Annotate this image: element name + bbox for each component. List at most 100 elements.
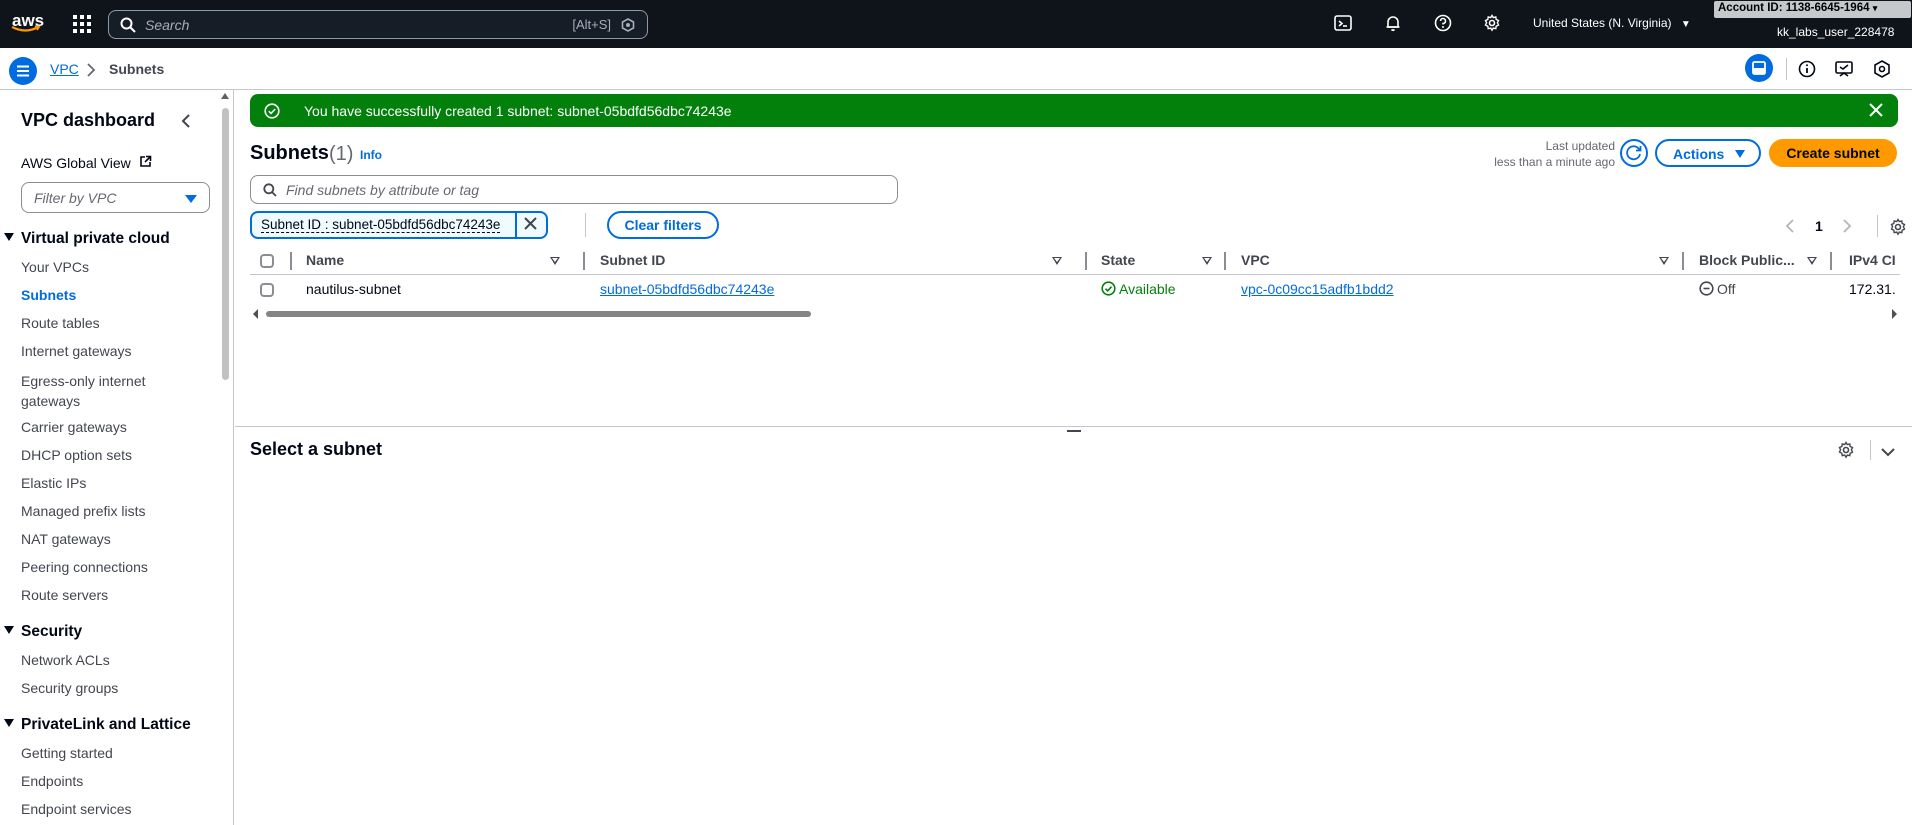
filter-by-vpc-select[interactable]: Filter by VPC: [21, 182, 210, 213]
find-subnets-placeholder: Find subnets by attribute or tag: [286, 182, 479, 198]
info-link[interactable]: Info: [360, 148, 382, 162]
section-virtual-private-cloud[interactable]: Virtual private cloud: [4, 230, 170, 248]
column-header-ipv4-cidr[interactable]: IPv4 CI: [1849, 252, 1900, 274]
column-divider: [1224, 252, 1226, 270]
chevron-left-icon[interactable]: [1785, 219, 1795, 238]
section-title: Security: [21, 623, 83, 640]
sidebar-item-security-groups[interactable]: Security groups: [21, 680, 118, 696]
breadcrumb-bar: VPC Subnets: [0, 48, 1912, 90]
column-divider: [583, 252, 585, 270]
split-panel-toggle-button[interactable]: [1745, 54, 1773, 82]
sidebar-item-elastic-ips[interactable]: Elastic IPs: [21, 475, 86, 491]
scrollbar-thumb[interactable]: [266, 311, 811, 317]
clear-filters-button[interactable]: Clear filters: [607, 211, 719, 239]
scrollbar-thumb[interactable]: [222, 108, 229, 380]
amazon-q-panel-icon[interactable]: [1872, 59, 1892, 79]
side-navigation: VPC dashboard AWS Global View Filter by …: [0, 90, 234, 825]
column-header-block-public[interactable]: Block Public...: [1699, 252, 1795, 274]
settings-gear-icon[interactable]: [1483, 14, 1503, 34]
section-privatelink[interactable]: PrivateLink and Lattice: [4, 716, 191, 734]
cell-vpc-link[interactable]: vpc-0c09cc15adfb1bdd2: [1241, 281, 1394, 297]
current-page[interactable]: 1: [1815, 218, 1823, 234]
sidebar-item-carrier-gateways[interactable]: Carrier gateways: [21, 419, 127, 435]
sidebar-item-getting-started[interactable]: Getting started: [21, 745, 113, 761]
scroll-up-arrow-icon[interactable]: [221, 93, 229, 99]
region-selector[interactable]: United States (N. Virginia) ▼: [1533, 16, 1691, 30]
sort-icon[interactable]: [1202, 257, 1212, 265]
column-header-name[interactable]: Name: [306, 252, 344, 274]
caret-down-icon: [1735, 150, 1745, 158]
success-check-icon: [264, 103, 280, 124]
search-shortcut: [Alt+S]: [572, 17, 611, 32]
sidebar-item-managed-prefix-lists[interactable]: Managed prefix lists: [21, 503, 146, 519]
flash-message: You have successfully created 1 subnet: …: [304, 103, 732, 119]
column-divider: [1682, 252, 1684, 270]
section-security[interactable]: Security: [4, 623, 82, 641]
sort-icon[interactable]: [1052, 257, 1062, 265]
collapse-sidebar-icon[interactable]: [180, 113, 192, 134]
refresh-icon: [1626, 145, 1642, 161]
column-header-state[interactable]: State: [1101, 252, 1135, 274]
sidebar-item-subnets[interactable]: Subnets: [21, 287, 76, 303]
top-navigation: aws Search [Alt+S] United States (N. Vir…: [0, 0, 1912, 48]
global-search-input[interactable]: Search [Alt+S]: [108, 10, 648, 39]
sidebar-title[interactable]: VPC dashboard: [21, 110, 155, 131]
info-panel-icon[interactable]: [1797, 59, 1817, 79]
split-panel-settings-gear-icon[interactable]: [1837, 441, 1855, 464]
sidebar-item-global-view[interactable]: AWS Global View: [21, 155, 152, 171]
services-menu-icon[interactable]: [73, 15, 91, 33]
sidebar-item-nat-gateways[interactable]: NAT gateways: [21, 531, 111, 547]
sidebar-scrollbar[interactable]: [220, 90, 230, 825]
sidebar-item-route-tables[interactable]: Route tables: [21, 315, 100, 331]
notifications-bell-icon[interactable]: [1384, 14, 1404, 34]
dismiss-close-icon[interactable]: [1869, 103, 1883, 122]
sort-icon[interactable]: [1807, 257, 1817, 265]
remove-filter-icon[interactable]: [515, 211, 546, 239]
search-placeholder: Search: [145, 17, 190, 33]
breadcrumb-vpc-link[interactable]: VPC: [50, 61, 79, 77]
sidebar-item-network-acls[interactable]: Network ACLs: [21, 652, 110, 668]
sort-icon[interactable]: [550, 257, 560, 265]
cloudshell-icon[interactable]: [1334, 14, 1354, 34]
column-header-subnet-id[interactable]: Subnet ID: [600, 252, 665, 274]
last-updated-value: less than a minute ago: [1494, 155, 1615, 169]
horizontal-scrollbar[interactable]: [250, 309, 1900, 319]
filter-divider: [585, 213, 586, 237]
resize-handle[interactable]: [1067, 430, 1081, 432]
cell-name: nautilus-subnet: [306, 281, 401, 297]
caret-down-icon: [4, 233, 14, 241]
sort-icon[interactable]: [1659, 257, 1669, 265]
filter-token[interactable]: Subnet ID : subnet-05bdfd56dbc74243e: [250, 211, 548, 239]
row-checkbox[interactable]: [260, 283, 274, 297]
tutorial-panel-icon[interactable]: [1834, 59, 1854, 79]
navigation-menu-button[interactable]: [9, 57, 37, 85]
sidebar-item-egress-only-gateways[interactable]: Egress-only internet gateways: [21, 371, 181, 411]
section-title: Virtual private cloud: [21, 230, 170, 247]
section-title: PrivateLink and Lattice: [21, 716, 191, 733]
table-preferences-gear-icon[interactable]: [1889, 218, 1907, 241]
select-all-checkbox[interactable]: [260, 254, 274, 268]
chevron-down-icon[interactable]: [1880, 444, 1896, 462]
help-icon[interactable]: [1434, 14, 1454, 34]
refresh-button[interactable]: [1620, 139, 1648, 167]
success-flash-banner: You have successfully created 1 subnet: …: [250, 94, 1898, 127]
user-name[interactable]: kk_labs_user_228478: [1777, 25, 1894, 39]
filter-token-label[interactable]: Subnet ID : subnet-05bdfd56dbc74243e: [261, 218, 501, 233]
sidebar-item-internet-gateways[interactable]: Internet gateways: [21, 343, 132, 359]
account-id-badge[interactable]: Account ID: 1138-6645-1964 ▾: [1714, 1, 1911, 18]
caret-down-icon: [4, 719, 14, 727]
sidebar-item-dhcp-option-sets[interactable]: DHCP option sets: [21, 447, 132, 463]
chevron-right-icon[interactable]: [1842, 219, 1852, 238]
aws-logo[interactable]: aws: [10, 11, 44, 37]
column-header-vpc[interactable]: VPC: [1241, 252, 1270, 274]
actions-dropdown-button[interactable]: Actions: [1655, 139, 1761, 167]
sidebar-item-endpoint-services[interactable]: Endpoint services: [21, 801, 132, 817]
find-subnets-input[interactable]: Find subnets by attribute or tag: [250, 175, 898, 204]
sidebar-item-peering-connections[interactable]: Peering connections: [21, 559, 148, 575]
header-divider: [250, 274, 1900, 275]
create-subnet-button[interactable]: Create subnet: [1769, 139, 1897, 167]
sidebar-item-route-servers[interactable]: Route servers: [21, 587, 108, 603]
sidebar-item-your-vpcs[interactable]: Your VPCs: [21, 259, 89, 275]
sidebar-item-endpoints[interactable]: Endpoints: [21, 773, 83, 789]
cell-subnet-id-link[interactable]: subnet-05bdfd56dbc74243e: [600, 281, 774, 297]
